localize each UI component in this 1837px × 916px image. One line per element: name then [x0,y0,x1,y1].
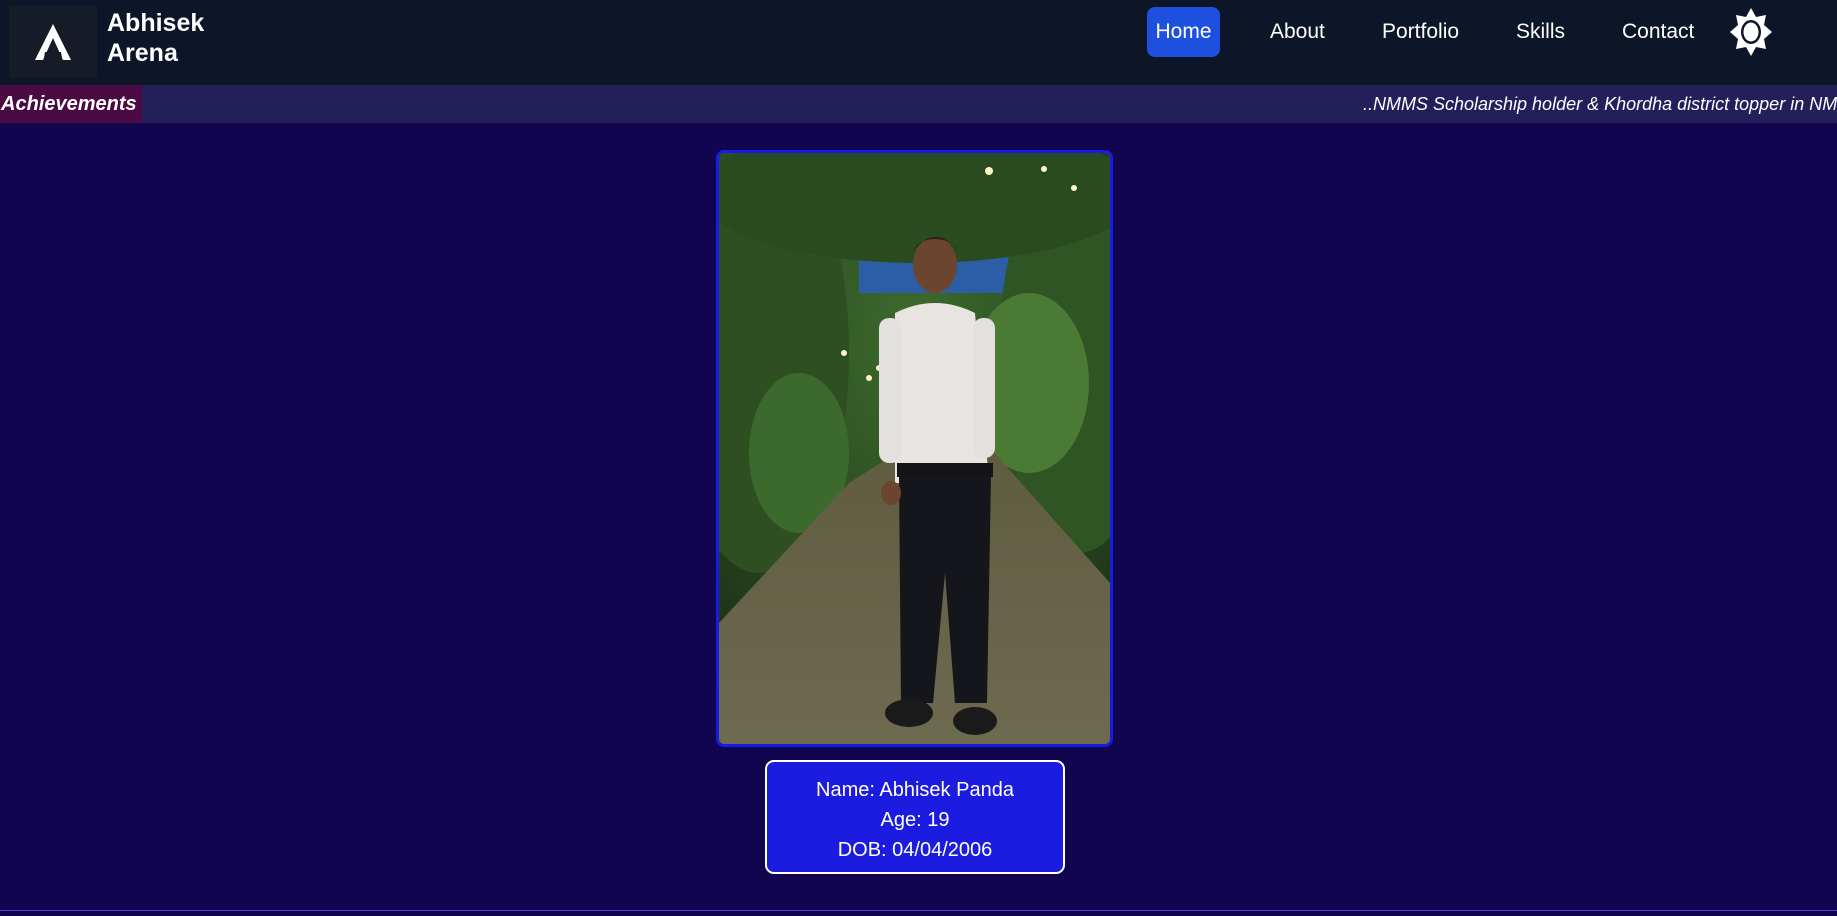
achievements-ticker: ..NMMS Scholarship holder & Khordha dist… [0,85,1837,123]
site-header: Abhisek Arena Home About Portfolio Skill… [0,0,1837,85]
logo-a-icon [35,24,71,60]
brand-line-1: Abhisek [107,9,205,37]
nav-portfolio[interactable]: Portfolio [1382,7,1459,57]
theme-toggle-button[interactable] [1728,5,1774,59]
logo[interactable] [9,6,97,78]
nav-contact[interactable]: Contact [1622,7,1694,57]
profile-name: Name: Abhisek Panda [816,779,1014,801]
profile-photo [716,150,1113,747]
profile-info-card: Name: Abhisek Panda Age: 19 DOB: 04/04/2… [765,760,1065,874]
brand-line-2: Arena [107,39,178,67]
nav-skills[interactable]: Skills [1516,7,1565,57]
sun-icon [1730,8,1772,56]
profile-age: Age: 19 [880,809,950,831]
section-divider [0,910,1837,911]
nav-home[interactable]: Home [1147,7,1220,57]
profile-photo-image [719,153,1110,744]
ticker-text: ..NMMS Scholarship holder & Khordha dist… [1363,94,1837,114]
profile-dob: DOB: 04/04/2006 [837,839,993,861]
brand-name[interactable]: Abhisek Arena [107,8,204,68]
ticker-label: Achievements [0,85,142,123]
nav-about[interactable]: About [1270,7,1325,57]
